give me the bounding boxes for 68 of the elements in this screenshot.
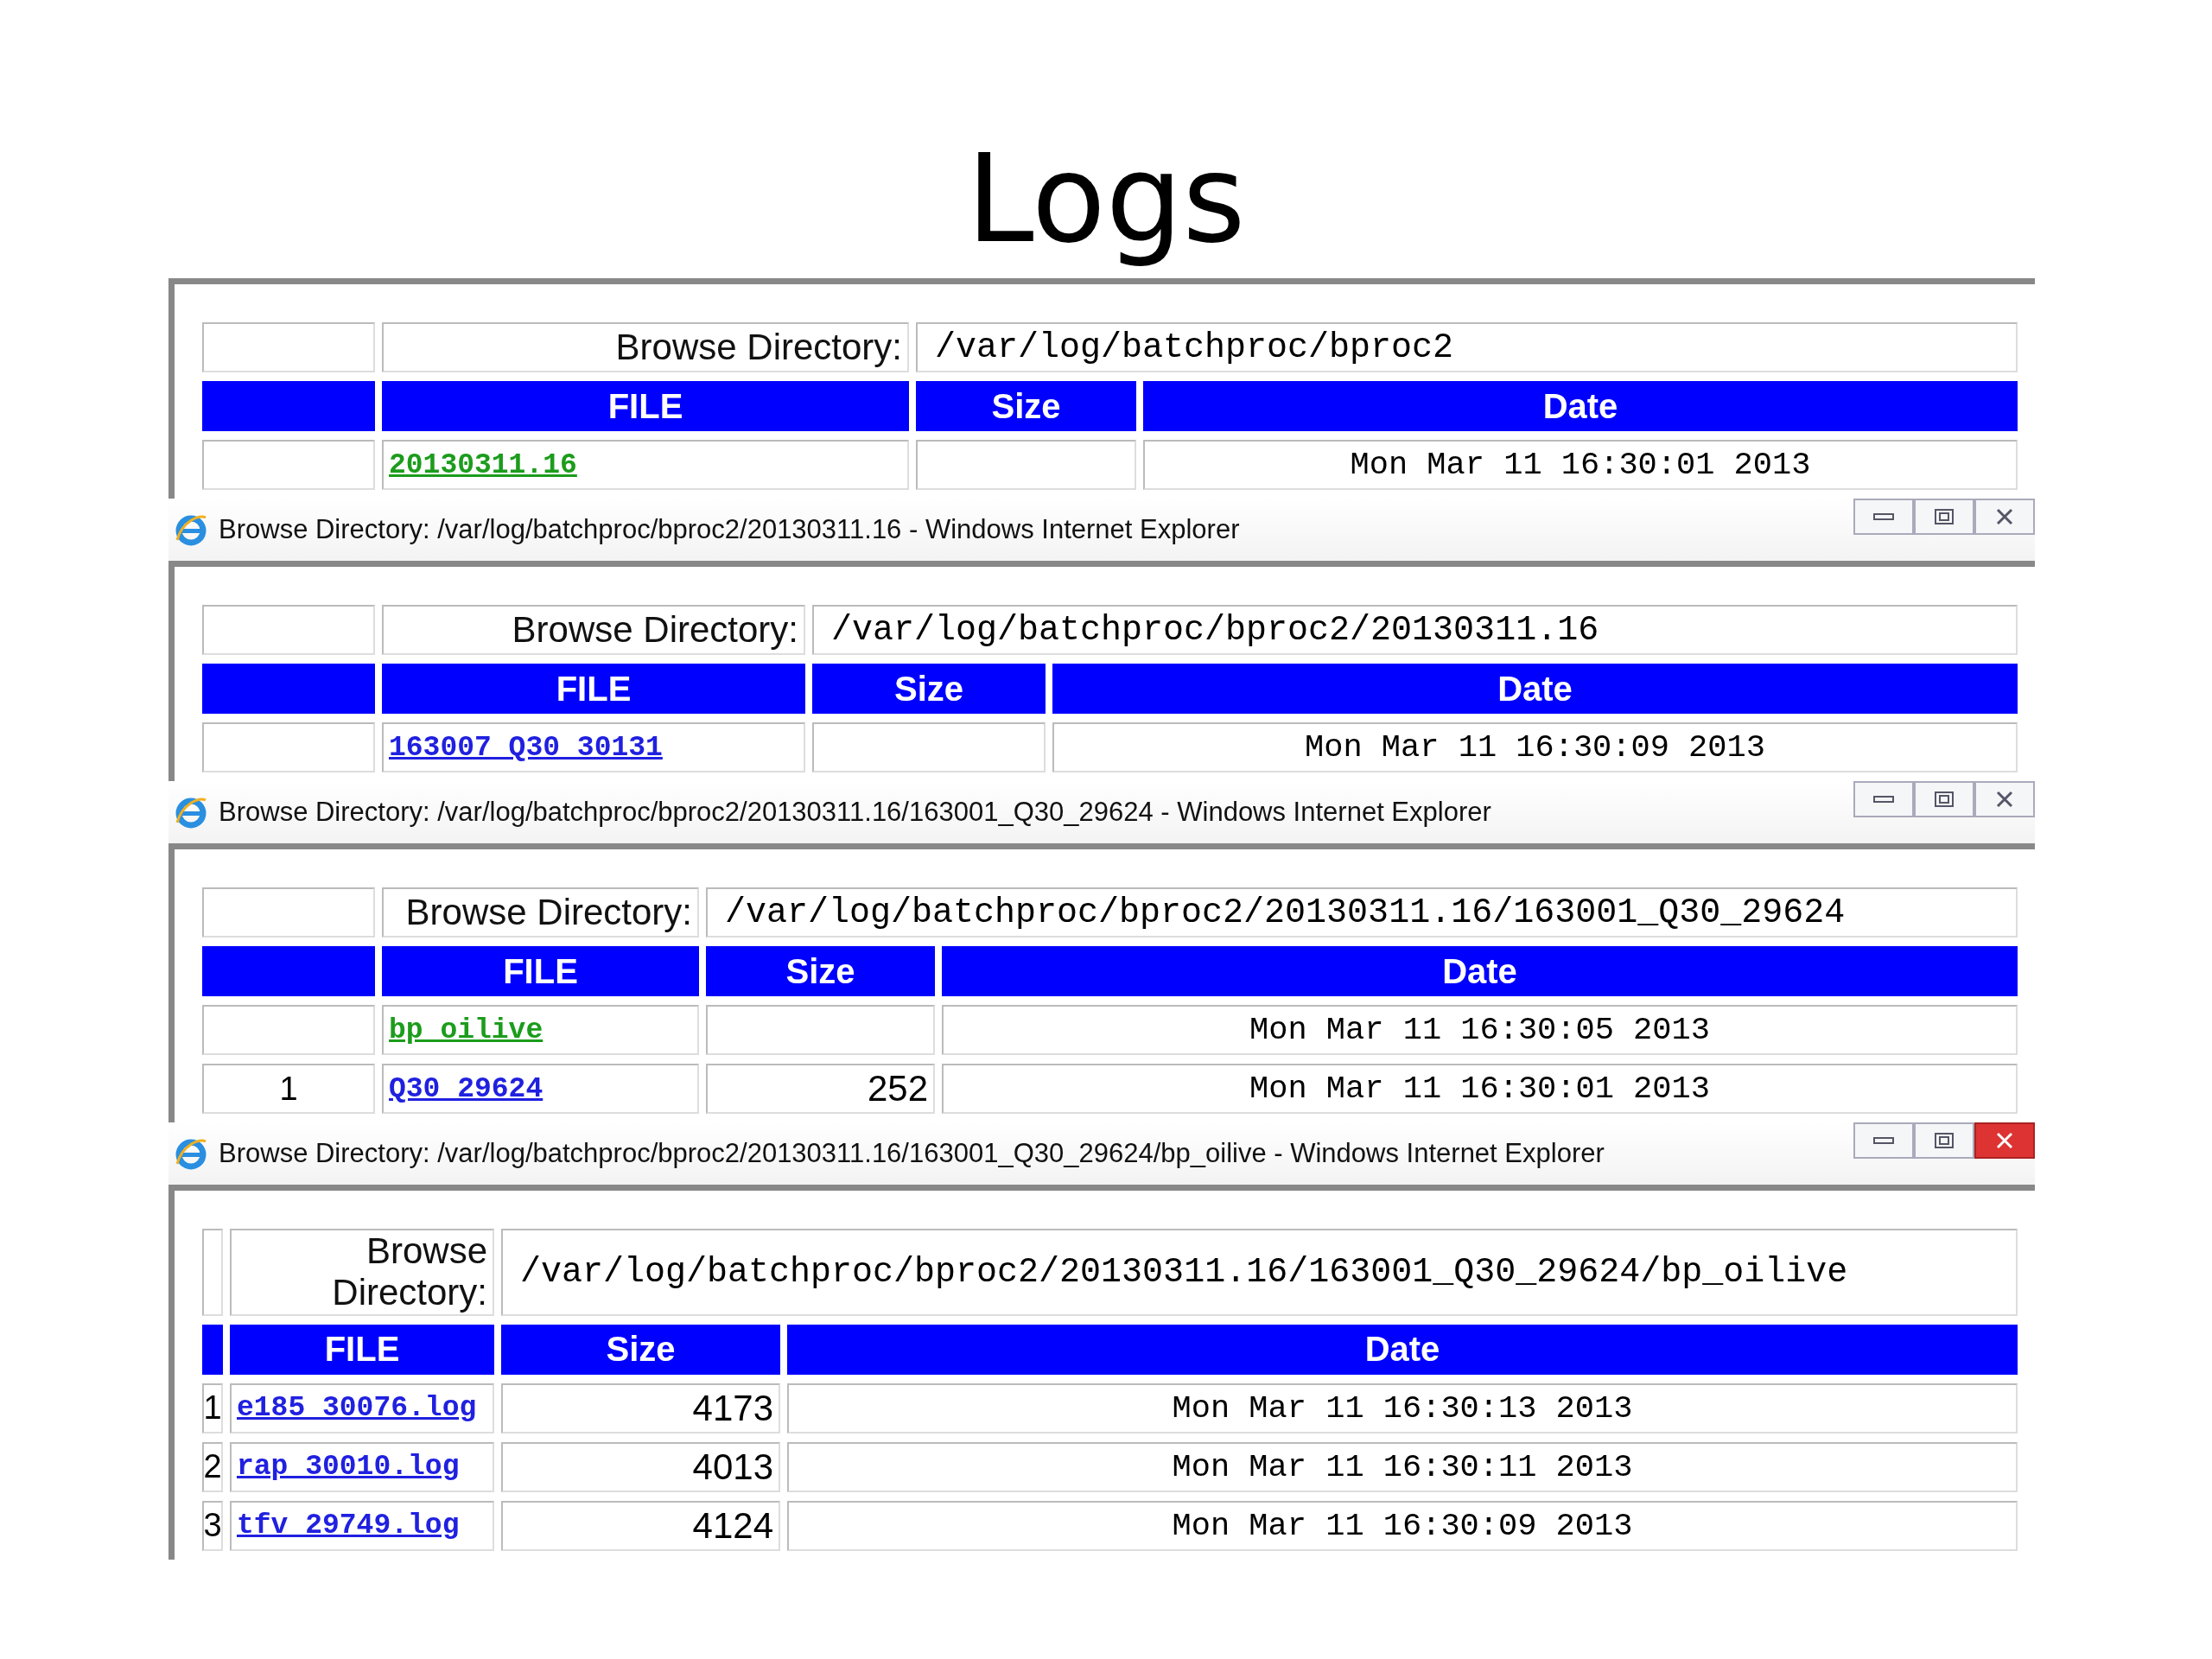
file-date: Mon Mar 11 16:30:09 2013	[787, 1500, 2018, 1551]
minimize-icon	[1873, 795, 1894, 804]
column-header: Date	[1143, 381, 2018, 431]
maximize-button[interactable]	[1914, 1122, 1974, 1159]
file-link[interactable]: e185_30076.log	[237, 1392, 477, 1425]
browse-directory-label: Browse Directory:	[382, 605, 805, 655]
column-header: FILE	[382, 664, 805, 714]
header-cell	[202, 1324, 223, 1375]
close-button[interactable]	[1974, 499, 2035, 535]
minimize-icon	[1873, 1136, 1894, 1145]
directory-path: /var/log/batchproc/bproc2/20130311.16/163001_Q30_29624	[706, 887, 2018, 938]
file-size: 4013	[501, 1441, 780, 1492]
minimize-button[interactable]	[1853, 1122, 1914, 1159]
column-header: Size	[501, 1324, 780, 1375]
window-title: Browse Directory: /var/log/batchproc/bproc2/20130311.16/163001_Q30_29624/bp_oilive - Windows Internet Explorer	[219, 1138, 1605, 1169]
column-header: FILE	[382, 946, 699, 996]
maximize-icon	[1935, 791, 1954, 807]
row-number: 1	[202, 1064, 375, 1114]
browser-icon	[174, 512, 208, 547]
browse-directory-label: Browse Directory:	[230, 1229, 494, 1316]
file-date: Mon Mar 11 16:30:01 2013	[1143, 440, 2018, 490]
slide-title: Logs	[966, 128, 1246, 271]
file-date: Mon Mar 11 16:30:09 2013	[1052, 722, 2018, 772]
column-header: Date	[787, 1324, 2018, 1375]
column-header: FILE	[382, 381, 909, 431]
row-number: 3	[202, 1500, 223, 1551]
file-date: Mon Mar 11 16:30:01 2013	[942, 1064, 2018, 1114]
file-date: Mon Mar 11 16:30:13 2013	[787, 1382, 2018, 1433]
browser-icon	[174, 795, 208, 830]
column-header: Size	[812, 664, 1046, 714]
browse-directory-label: Browse Directory:	[382, 887, 699, 938]
file-size: 252	[706, 1064, 935, 1114]
column-header: Size	[916, 381, 1136, 431]
maximize-icon	[1935, 509, 1954, 524]
minimize-icon	[1873, 512, 1894, 521]
window-title: Browse Directory: /var/log/batchproc/bproc2/20130311.16/163001_Q30_29624 - Windows Internet Explorer	[219, 797, 1492, 828]
file-link[interactable]: rap_30010.log	[237, 1451, 460, 1484]
file-date: Mon Mar 11 16:30:11 2013	[787, 1441, 2018, 1492]
close-icon	[1995, 508, 2014, 525]
minimize-button[interactable]	[1853, 781, 1914, 817]
row-number: 1	[202, 1382, 223, 1433]
close-icon	[1995, 791, 2014, 808]
browse-directory-label: Browse Directory:	[382, 322, 909, 372]
directory-path: /var/log/batchproc/bproc2	[916, 322, 2018, 372]
directory-path: /var/log/batchproc/bproc2/20130311.16/163001_Q30_29624/bp_oilive	[501, 1229, 2018, 1316]
file-link[interactable]: bp_oilive	[389, 1014, 543, 1046]
maximize-button[interactable]	[1914, 781, 1974, 817]
file-date: Mon Mar 11 16:30:05 2013	[942, 1005, 2018, 1055]
column-header: Size	[706, 946, 935, 996]
close-button[interactable]	[1974, 1122, 2035, 1159]
close-button[interactable]	[1974, 781, 2035, 817]
close-icon	[1995, 1132, 2014, 1149]
browser-icon	[174, 1136, 208, 1171]
window-title: Browse Directory: /var/log/batchproc/bproc2/20130311.16 - Windows Internet Explorer	[219, 514, 1241, 545]
column-header: Date	[942, 946, 2018, 996]
row-number: 2	[202, 1441, 223, 1492]
column-header: Date	[1052, 664, 2018, 714]
file-link[interactable]: tfv_29749.log	[237, 1510, 460, 1542]
file-size: 4173	[501, 1382, 780, 1433]
maximize-button[interactable]	[1914, 499, 1974, 535]
file-link[interactable]: Q30_29624	[389, 1072, 543, 1105]
file-size: 4124	[501, 1500, 780, 1551]
minimize-button[interactable]	[1853, 499, 1914, 535]
maximize-icon	[1935, 1133, 1954, 1148]
column-header: FILE	[230, 1324, 494, 1375]
file-link[interactable]: 163007_Q30_30131	[389, 731, 663, 764]
file-link[interactable]: 20130311.16	[389, 448, 577, 481]
directory-path: /var/log/batchproc/bproc2/20130311.16	[812, 605, 2018, 655]
